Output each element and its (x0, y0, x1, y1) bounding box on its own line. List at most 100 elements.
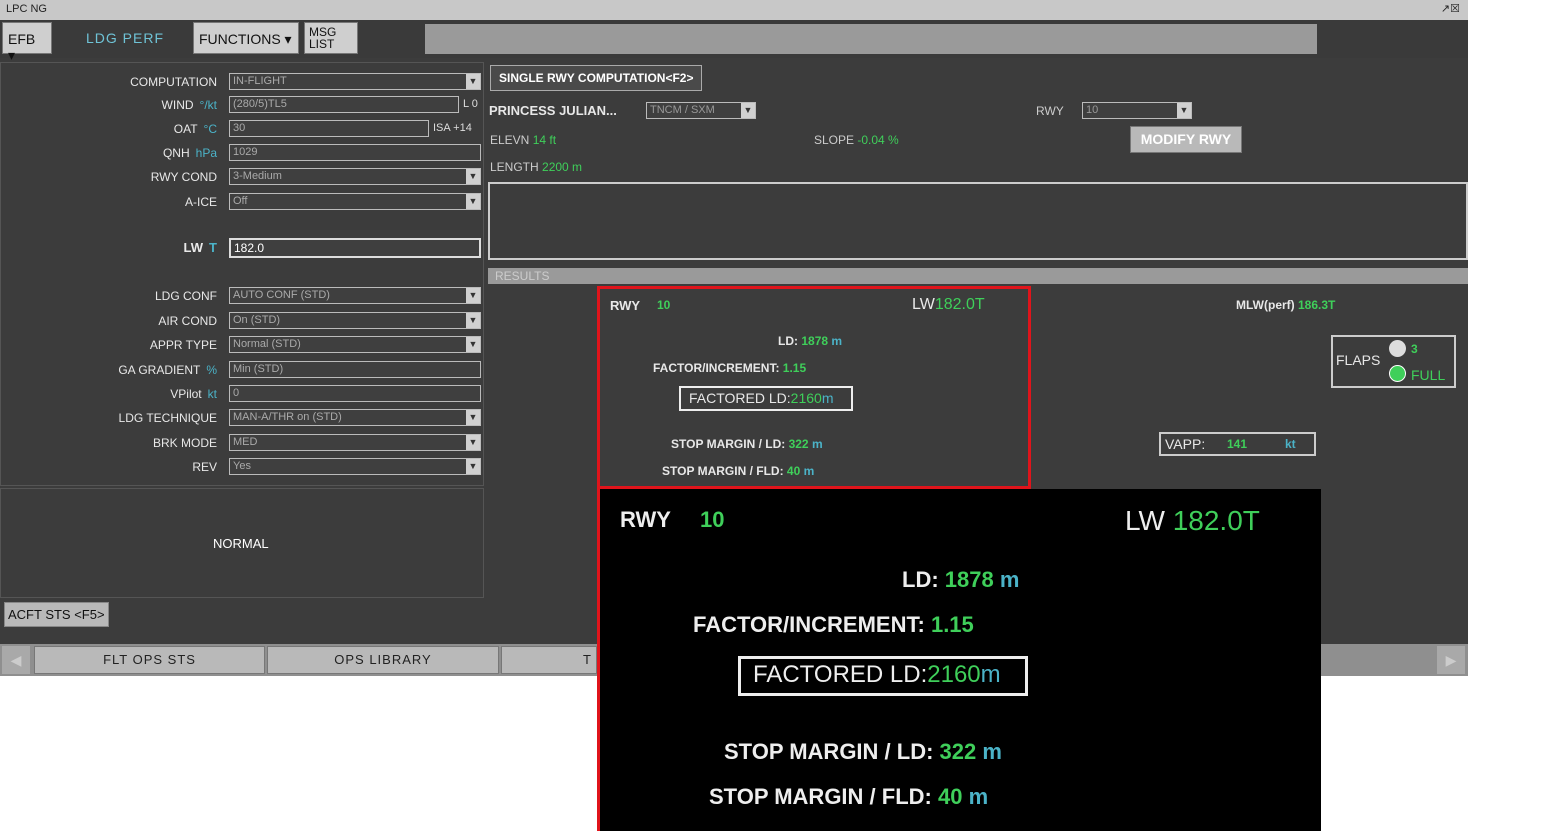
dropdown-arrow-icon[interactable]: ▼ (466, 194, 480, 209)
zoom-lw-value: 182.0 (1172, 505, 1243, 536)
oat-row: OAT °C 30 ISA +14 (1, 120, 485, 140)
efb-label: EFB (8, 31, 36, 47)
ga-gradient-label-text: GA GRADIENT (118, 363, 201, 377)
oat-label-text: OAT (173, 122, 198, 136)
qnh-field[interactable]: 1029 (229, 144, 481, 161)
ldg-conf-value: AUTO CONF (STD) (233, 289, 330, 301)
flaps-full-radio-icon[interactable] (1389, 365, 1406, 382)
zoom-ld-value: 1878 (944, 567, 994, 592)
rev-select[interactable]: Yes ▼ (229, 458, 481, 475)
ldg-technique-select[interactable]: MAN-A/THR on (STD) ▼ (229, 409, 481, 426)
appr-type-label: APPR TYPE (149, 338, 217, 352)
dropdown-arrow-icon[interactable]: ▼ (466, 313, 480, 328)
wind-side-value: L 0 (463, 98, 478, 110)
zoom-rwy-label: RWY (620, 507, 671, 532)
vpilot-row: VPilot kt 0 (1, 385, 485, 405)
results-header: RESULTS (488, 268, 1468, 284)
zoom-lw-label: LW (1125, 505, 1165, 536)
appr-type-value: Normal (STD) (233, 338, 301, 350)
wind-row: WIND °/kt (280/5)TL5 L 0 (1, 96, 485, 116)
brk-mode-value: MED (233, 436, 258, 448)
zoom-ld-unit: m (999, 567, 1020, 592)
oat-label: OAT °C (174, 122, 217, 136)
dropdown-arrow-icon[interactable]: ▼ (741, 103, 755, 118)
lw-unit: T (209, 240, 217, 255)
rev-value: Yes (233, 460, 251, 472)
wind-unit: °/kt (199, 98, 217, 112)
dropdown-arrow-icon[interactable]: ▼ (466, 459, 480, 474)
rev-label: REV (192, 460, 217, 474)
zoom-stop-ld-unit: m (982, 739, 1002, 764)
third-nav-button[interactable]: T (501, 646, 597, 674)
brk-mode-select[interactable]: MED ▼ (229, 434, 481, 451)
mlw-label: MLW(perf) (1236, 298, 1295, 312)
modify-rwy-button[interactable]: MODIFY RWY (1130, 126, 1242, 153)
ldg-conf-select[interactable]: AUTO CONF (STD) ▼ (229, 287, 481, 304)
ldg-technique-row: LDG TECHNIQUE MAN-A/THR on (STD) ▼ (1, 409, 485, 429)
status-box: NORMAL (0, 488, 484, 598)
appr-type-select[interactable]: Normal (STD) ▼ (229, 336, 481, 353)
computation-value: IN-FLIGHT (233, 75, 287, 87)
vpilot-label: VPilot kt (170, 387, 217, 401)
zoom-lw: LW 182.0T (1125, 505, 1260, 537)
dropdown-arrow-icon[interactable]: ▼ (466, 435, 480, 450)
qnh-label: QNH hPa (163, 146, 217, 160)
tab-ldg-perf[interactable]: LDG PERF (86, 30, 164, 46)
zoom-fld-value: 2160 (927, 661, 981, 688)
vpilot-unit: kt (207, 387, 217, 401)
oat-unit: °C (203, 122, 217, 136)
ga-gradient-field[interactable]: Min (STD) (229, 361, 481, 378)
vpilot-field[interactable]: 0 (229, 385, 481, 402)
rwy-cond-select[interactable]: 3-Medium ▼ (229, 168, 481, 185)
ga-gradient-row: GA GRADIENT% Min (STD) (1, 361, 485, 381)
window-controls-icon[interactable]: ↗☒ (1441, 2, 1460, 15)
zoom-stop-fld-unit: m (968, 784, 989, 809)
zoom-stop-fld-value: 40 (937, 784, 963, 809)
efb-menu-button[interactable]: EFB ▾ (2, 22, 52, 63)
nav-right-arrow-icon[interactable]: ▶ (1437, 646, 1465, 674)
zoom-fld-label: FACTORED LD: (753, 661, 928, 688)
ga-gradient-unit: % (206, 363, 217, 377)
zoom-ld-label: LD: (902, 567, 939, 592)
rwy-cond-row: RWY COND 3-Medium ▼ (1, 168, 485, 188)
rev-row: REV Yes ▼ (1, 458, 485, 478)
rwy-cond-value: 3-Medium (233, 170, 282, 182)
vapp-box: VAPP: 141 kt (1159, 432, 1316, 456)
tab-single-rwy-computation[interactable]: SINGLE RWY COMPUTATION<F2> (490, 65, 703, 91)
a-ice-select[interactable]: Off ▼ (229, 193, 481, 210)
ldg-technique-value: MAN-A/THR on (STD) (233, 411, 342, 423)
acft-sts-button[interactable]: ACFT STS <F5> (4, 602, 109, 627)
oat-field[interactable]: 30 (229, 120, 429, 137)
computation-select[interactable]: IN-FLIGHT ▼ (229, 73, 481, 90)
lw-field[interactable]: 182.0 (229, 238, 481, 258)
airport-select[interactable]: TNCM / SXM ▼ (646, 102, 756, 119)
flt-ops-sts-button[interactable]: FLT OPS STS (34, 646, 265, 674)
nav-left-arrow-icon[interactable]: ◀ (2, 646, 30, 674)
dropdown-arrow-icon[interactable]: ▼ (466, 169, 480, 184)
wind-label: WIND °/kt (162, 98, 217, 112)
rwy-select-value: 10 (1086, 104, 1099, 116)
dropdown-arrow-icon[interactable]: ▼ (466, 410, 480, 425)
dropdown-arrow-icon[interactable]: ▼ (466, 337, 480, 352)
dropdown-arrow-icon[interactable]: ▼ (1177, 103, 1191, 118)
a-ice-value: Off (233, 195, 248, 207)
dropdown-arrow-icon[interactable]: ▼ (466, 288, 480, 303)
lw-row: LW T 182.0 (1, 238, 485, 258)
rwy-select[interactable]: 10 ▼ (1082, 102, 1192, 119)
dropdown-arrow-icon[interactable]: ▼ (466, 74, 480, 89)
wind-label-text: WIND (161, 98, 194, 112)
vapp-unit: kt (1285, 437, 1296, 451)
functions-menu-button[interactable]: FUNCTIONS ▾ (193, 22, 299, 54)
wind-field[interactable]: (280/5)TL5 (229, 96, 459, 113)
msg-list-button[interactable]: MSG LIST (304, 22, 358, 54)
zoom-factor: FACTOR/INCREMENT: 1.15 (693, 612, 974, 638)
window-title: LPC NG (6, 3, 47, 15)
lw-label: LW T (184, 240, 217, 255)
qnh-unit: hPa (195, 146, 217, 160)
airport-name: PRINCESS JULIAN... (489, 103, 617, 118)
mlw-perf: MLW(perf) 186.3T (1236, 298, 1335, 312)
normal-status: NORMAL (213, 536, 269, 551)
air-cond-select[interactable]: On (STD) ▼ (229, 312, 481, 329)
ops-library-button[interactable]: OPS LIBRARY (267, 646, 499, 674)
flaps-3-radio-icon[interactable] (1389, 340, 1406, 357)
